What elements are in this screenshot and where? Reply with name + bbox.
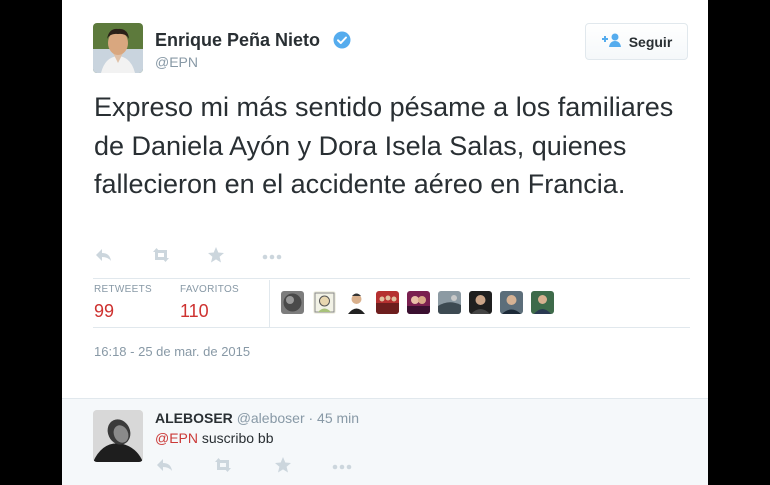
favorites-stat[interactable]: FAVORITOS 110 — [180, 284, 239, 322]
reply-author-name[interactable]: ALEBOSER — [155, 410, 233, 426]
retweet-icon[interactable] — [212, 456, 234, 479]
favoriter-avatar[interactable] — [376, 291, 399, 314]
favoriter-avatar[interactable] — [313, 291, 336, 314]
favorites-label: FAVORITOS — [180, 284, 240, 295]
follow-label: Seguir — [628, 33, 673, 50]
favorite-star-icon[interactable] — [274, 456, 292, 479]
reply-tweet[interactable]: ALEBOSER @aleboser · 45 min @EPN suscrib… — [62, 398, 708, 485]
favorites-count: 110 — [180, 301, 209, 321]
author-avatar[interactable] — [93, 23, 143, 73]
retweets-stat[interactable]: RETWEETS 99 — [94, 284, 152, 322]
follow-person-plus-icon — [601, 33, 623, 50]
reply-author-avatar[interactable] — [93, 410, 143, 462]
retweet-icon[interactable] — [150, 246, 172, 269]
favoriter-avatar[interactable] — [345, 291, 368, 314]
retweets-label: RETWEETS — [94, 284, 152, 295]
author-handle[interactable]: @EPN — [155, 54, 198, 70]
more-ellipsis-icon[interactable] — [261, 246, 283, 269]
stats-top-divider — [93, 278, 690, 279]
favoriter-avatar[interactable] — [500, 291, 523, 314]
reply-icon[interactable] — [94, 246, 114, 269]
tweet-card: Enrique Peña Nieto @EPN Seguir Expreso m… — [62, 0, 708, 485]
favoriter-avatar[interactable] — [281, 291, 304, 314]
reply-author-handle[interactable]: @aleboser — [237, 410, 305, 426]
author-name[interactable]: Enrique Peña Nieto — [155, 30, 320, 51]
verified-badge-icon — [333, 31, 351, 54]
reply-icon[interactable] — [155, 456, 175, 479]
favoriter-avatar[interactable] — [407, 291, 430, 314]
reply-time[interactable]: · 45 min — [309, 410, 360, 426]
follow-button[interactable]: Seguir — [585, 23, 688, 60]
reply-body: suscribo bb — [198, 430, 274, 446]
stats-vertical-divider — [269, 280, 270, 328]
retweets-count: 99 — [94, 301, 115, 321]
stats-bottom-divider — [93, 327, 690, 328]
favoriter-avatar[interactable] — [438, 291, 461, 314]
favoriter-avatar[interactable] — [469, 291, 492, 314]
more-ellipsis-icon[interactable] — [331, 456, 353, 479]
reply-text: @EPN suscribo bb — [155, 430, 273, 446]
tweet-timestamp[interactable]: 16:18 - 25 de mar. de 2015 — [94, 344, 250, 359]
reply-header: ALEBOSER @aleboser · 45 min — [155, 410, 359, 426]
reply-mention-link[interactable]: @EPN — [155, 430, 198, 446]
favorite-star-icon[interactable] — [207, 246, 225, 269]
favoriter-avatar[interactable] — [531, 291, 554, 314]
tweet-text: Expreso mi más sentido pésame a los fami… — [94, 92, 674, 199]
